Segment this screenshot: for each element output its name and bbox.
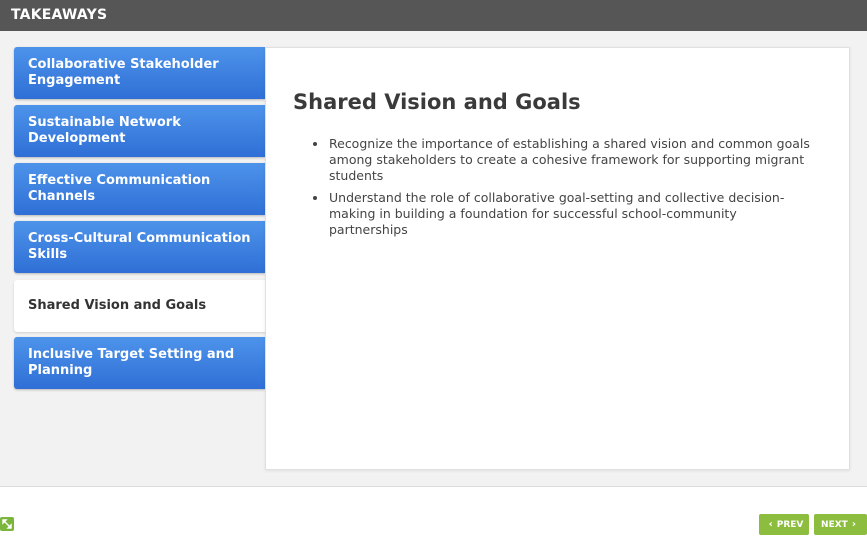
chevron-left-icon: ‹ [768,519,773,530]
tab-collaborative-stakeholder-engagement[interactable]: Collaborative Stakeholder Engagement [14,47,265,99]
content-panel: Shared Vision and Goals Recognize the im… [265,47,850,470]
tab-label: Inclusive Target Setting and Planning [28,347,235,378]
content-title: Shared Vision and Goals [293,90,581,114]
tab-label: Sustainable Network Development [28,115,181,146]
tab-sustainable-network-development[interactable]: Sustainable Network Development [14,105,265,157]
tab-shared-vision-and-goals[interactable]: Shared Vision and Goals [14,280,267,332]
top-bar: TAKEAWAYS [0,0,867,31]
takeaway-item: Recognize the importance of establishing… [313,136,818,184]
next-label: NEXT [821,519,848,530]
prev-label: PREV [776,519,804,530]
takeaway-list: Recognize the importance of establishing… [313,136,818,244]
tab-label: Shared Vision and Goals [28,298,207,313]
chevron-right-icon: › [851,519,856,530]
expand-arrows-icon [2,519,12,529]
tab-label: Cross-Cultural Communication Skills [28,231,251,262]
tab-label: Effective Communication Channels [28,173,211,204]
tab-cross-cultural-communication-skills[interactable]: Cross-Cultural Communication Skills [14,221,265,273]
prev-button[interactable]: ‹ PREV [759,514,809,535]
page-title: TAKEAWAYS [11,7,108,23]
main-stage: Collaborative Stakeholder Engagement Sus… [0,31,867,487]
tab-label: Collaborative Stakeholder Engagement [28,57,219,88]
tab-inclusive-target-setting-and-planning[interactable]: Inclusive Target Setting and Planning [14,337,265,389]
expand-button[interactable] [0,517,14,531]
takeaway-item: Understand the role of collaborative goa… [313,190,818,238]
next-button[interactable]: NEXT › [814,514,867,535]
tab-effective-communication-channels[interactable]: Effective Communication Channels [14,163,265,215]
